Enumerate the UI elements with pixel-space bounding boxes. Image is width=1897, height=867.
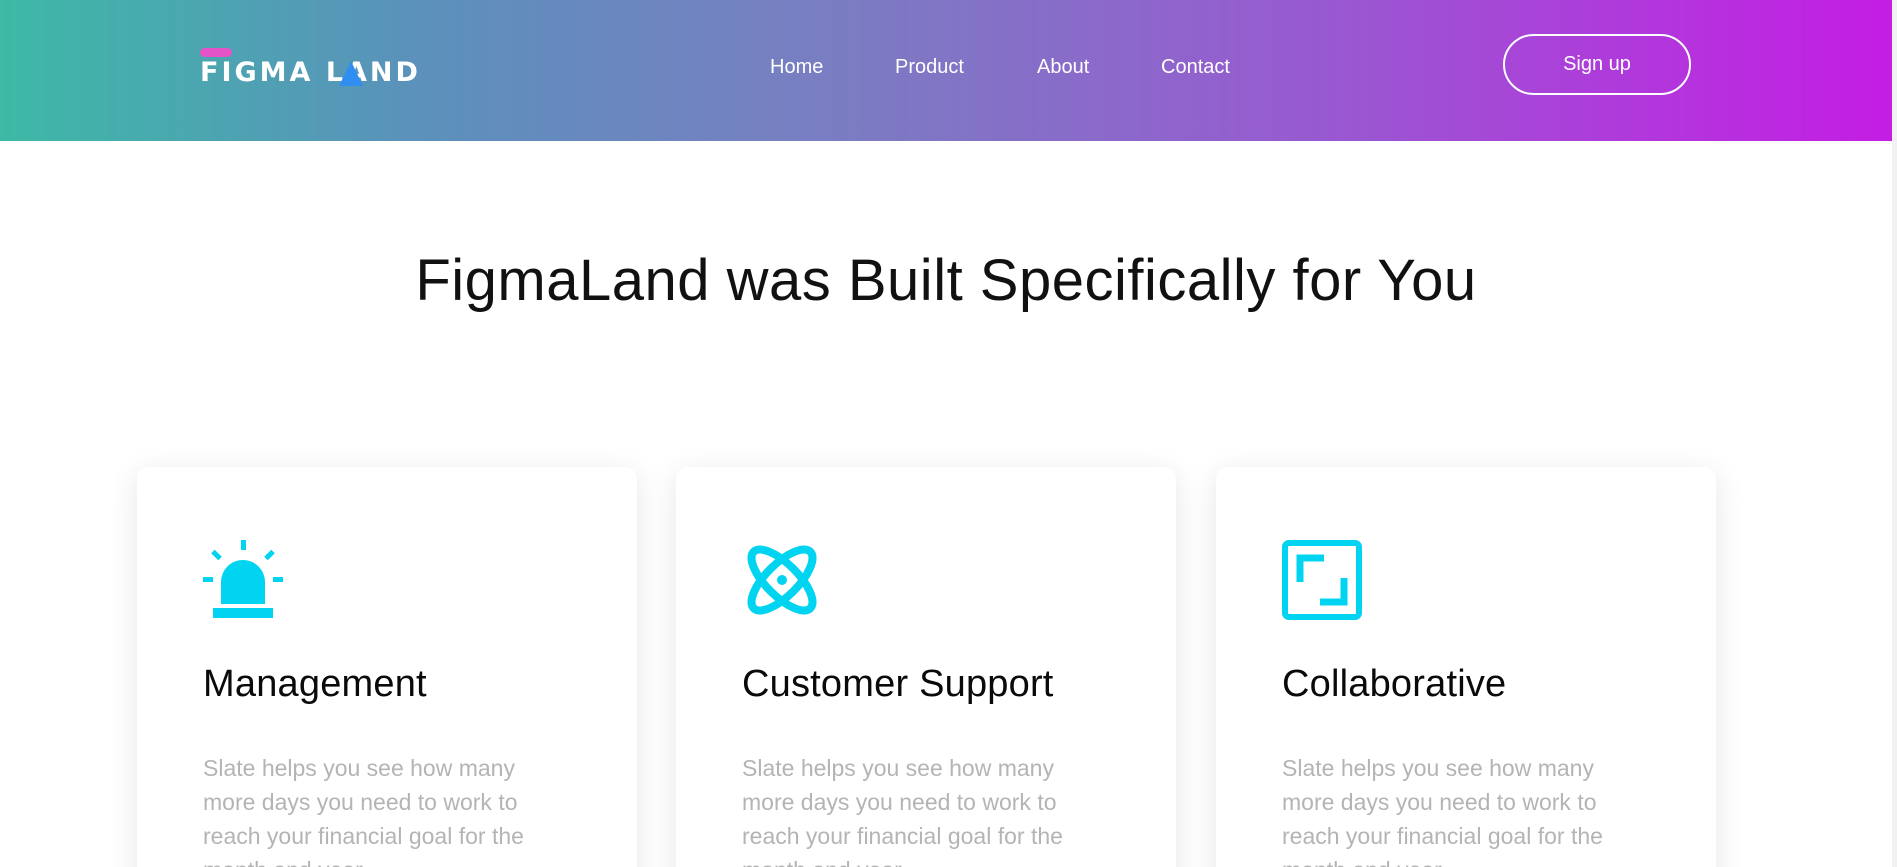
siren-icon: [203, 540, 283, 618]
site-header: FIGMA LAND Home Product About Contact Si…: [0, 0, 1892, 141]
signup-button[interactable]: Sign up: [1503, 34, 1691, 95]
feature-card-collaborative: Collaborative Slate helps you see how ma…: [1216, 467, 1716, 867]
atom-icon: [747, 545, 817, 615]
feature-card-customer-support: Customer Support Slate helps you see how…: [676, 467, 1176, 867]
expand-frame-icon: [1282, 540, 1362, 620]
card-description: Slate helps you see how many more days y…: [1282, 755, 1603, 867]
logo-triangle-icon: [339, 61, 363, 86]
nav-about-link[interactable]: About: [1037, 52, 1089, 82]
nav-contact-link[interactable]: Contact: [1161, 52, 1230, 82]
card-description: Slate helps you see how many more days y…: [203, 755, 524, 867]
card-title: Customer Support: [742, 663, 1054, 705]
page-title: FigmaLand was Built Specifically for You: [415, 248, 1477, 313]
card-description: Slate helps you see how many more days y…: [742, 755, 1063, 867]
card-title: Management: [203, 663, 427, 705]
page: FIGMA LAND Home Product About Contact Si…: [0, 0, 1892, 867]
logo-text: FIGMA LAND: [200, 57, 421, 88]
card-title: Collaborative: [1282, 663, 1507, 705]
logo-accent-bar: [200, 48, 232, 57]
nav-home-link[interactable]: Home: [770, 52, 823, 82]
feature-card-management: Management Slate helps you see how many …: [137, 467, 637, 867]
nav-product-link[interactable]: Product: [895, 52, 964, 82]
figmaland-logo[interactable]: FIGMA LAND: [200, 46, 420, 94]
scrollbar-track[interactable]: [1892, 0, 1897, 867]
